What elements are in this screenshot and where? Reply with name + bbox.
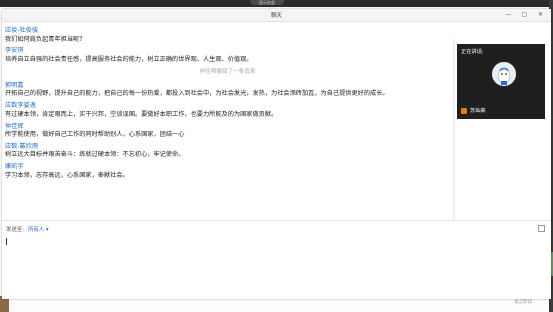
title-bar[interactable]: 聊天 — ▢ ✕: [2, 9, 551, 22]
message-text: 培养自立自强的社会责任感，提高服务社会的能力，树立正确的世界观、人生观、价值观。: [5, 55, 253, 63]
message-sender[interactable]: 郭明嘉: [5, 82, 450, 91]
message-list: 应俊-杜俊骏 我们如何肩负起青年担当呢？ 李安琪 培养自立自强的社会责任感，提高…: [5, 27, 450, 184]
minimize-button[interactable]: —: [505, 11, 512, 18]
list-item: 仲佳辉 所学能使用，做好自己工作的同时帮助别人，心系国家，团结一心: [5, 123, 450, 140]
speaker-name: 苏灿高: [470, 108, 486, 114]
window-title: 聊天: [271, 13, 282, 19]
compose-divider: [2, 220, 551, 221]
close-button[interactable]: ✕: [537, 11, 544, 18]
message-text: 有过硬本领，肯定艰而上，实干兴邦，空谈误国。要做好本职工作，也要力所能及的为国家…: [5, 110, 278, 118]
speaking-label: 正在讲话:: [461, 49, 484, 55]
message-sender[interactable]: 应俊-杜俊骏: [5, 27, 450, 36]
message-scrollbar[interactable]: [453, 39, 455, 219]
list-item: 郭明嘉 开拓自己的视野，提升自己的能力，把自己的每一份热爱，都投入到社会中，为社…: [5, 82, 450, 99]
message-sender[interactable]: 应数李姿逸: [5, 102, 450, 111]
avatar: [492, 62, 516, 86]
message-text: 开拓自己的视野，提升自己的能力，把自己的每一份热爱，都投入到社会中，为社会发光，…: [5, 90, 389, 98]
restore-button[interactable]: ▢: [521, 11, 528, 18]
message-text: 所学能使用，做好自己工作的同时帮助别人，心系国家，团结一心: [5, 131, 185, 139]
list-item: 应数-戴欣雨 树立远大目标并艰苦奋斗：练就过硬本领：不忘初心，牢记使命。: [5, 143, 450, 160]
message-text: 树立远大目标并艰苦奋斗：练就过硬本领：不忘初心，牢记使命。: [5, 151, 185, 159]
speaker-bar: 苏灿高: [461, 107, 486, 114]
recipient-select[interactable]: 所有人 ▾: [28, 225, 49, 233]
text-caret: [6, 238, 7, 245]
microphone-icon: [461, 107, 467, 114]
cartoon-avatar-icon: [492, 62, 516, 86]
list-item: 应数李姿逸 有过硬本领，肯定艰而上，实干兴邦，空谈误国。要做好本职工作，也要力所…: [5, 102, 450, 119]
send-to-row: 发送至: 所有人 ▾: [6, 225, 49, 233]
message-text: 学习本领，志存高远，心系国家，奉献社会。: [5, 171, 129, 179]
speaking-panel: 正在讲话: 苏灿高: [457, 44, 545, 119]
list-item: 李安琪 培养自立自强的社会责任感，提高服务社会的能力，树立正确的世界观、人生观、…: [5, 47, 450, 64]
list-item: 康凯宇 学习本领，志存高远，心系国家，奉献社会。: [5, 163, 450, 180]
window-controls: — ▢ ✕: [505, 11, 544, 18]
message-sender[interactable]: 李安琪: [5, 47, 450, 56]
message-text: 我们如何肩负起青年担当呢？: [5, 35, 86, 43]
message-input[interactable]: [5, 236, 545, 292]
background-share-pill[interactable]: 显示在此: [250, 0, 284, 5]
message-sender[interactable]: 康凯宇: [5, 163, 450, 172]
recall-notice: 仲佳帮撤回了一条消息: [199, 68, 256, 75]
background-corner-label: 发言阶段: [514, 300, 533, 305]
list-item: 应俊-杜俊骏 我们如何肩负起青年担当呢？: [5, 27, 450, 44]
message-sender[interactable]: 仲佳辉: [5, 123, 450, 132]
send-to-label: 发送至:: [6, 227, 24, 233]
chat-window: 聊天 — ▢ ✕ 应俊-杜俊骏 我们如何肩负起青年担当呢？ 李安琪 培养自立自强…: [2, 9, 551, 299]
expand-icon[interactable]: [538, 225, 545, 232]
